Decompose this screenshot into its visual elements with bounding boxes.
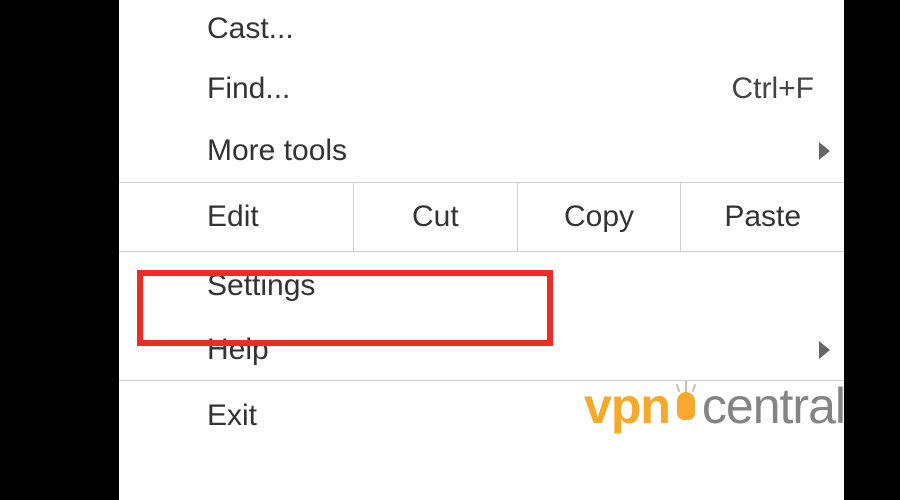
cut-button[interactable]: Cut — [354, 183, 518, 251]
copy-button[interactable]: Copy — [518, 183, 682, 251]
menu-item-label: Find... — [207, 72, 732, 106]
browser-overflow-menu: Cast... Find... Ctrl+F More tools Edit C… — [119, 0, 844, 500]
chevron-right-icon — [819, 341, 830, 359]
menu-item-label: Help — [207, 333, 814, 367]
paste-button[interactable]: Paste — [681, 183, 844, 251]
edit-row: Edit Cut Copy Paste — [119, 182, 844, 252]
menu-item-label: Settings — [207, 269, 814, 303]
edit-label-cell: Edit — [119, 183, 354, 251]
button-label: Paste — [724, 200, 801, 234]
edit-label: Edit — [207, 200, 259, 234]
menu-item-label: Cast... — [207, 12, 814, 46]
chevron-right-icon — [819, 142, 830, 160]
button-label: Copy — [564, 200, 634, 234]
menu-item-label: Exit — [207, 399, 814, 433]
menu-item-label: More tools — [207, 134, 814, 168]
menu-item-settings[interactable]: Settings — [119, 252, 844, 320]
menu-item-help[interactable]: Help — [119, 320, 844, 380]
shortcut-label: Ctrl+F — [732, 72, 815, 106]
button-label: Cut — [412, 200, 459, 234]
menu-item-more-tools[interactable]: More tools — [119, 120, 844, 182]
menu-item-exit[interactable]: Exit — [119, 381, 844, 451]
menu-item-cast[interactable]: Cast... — [119, 0, 844, 58]
menu-item-find[interactable]: Find... Ctrl+F — [119, 58, 844, 120]
